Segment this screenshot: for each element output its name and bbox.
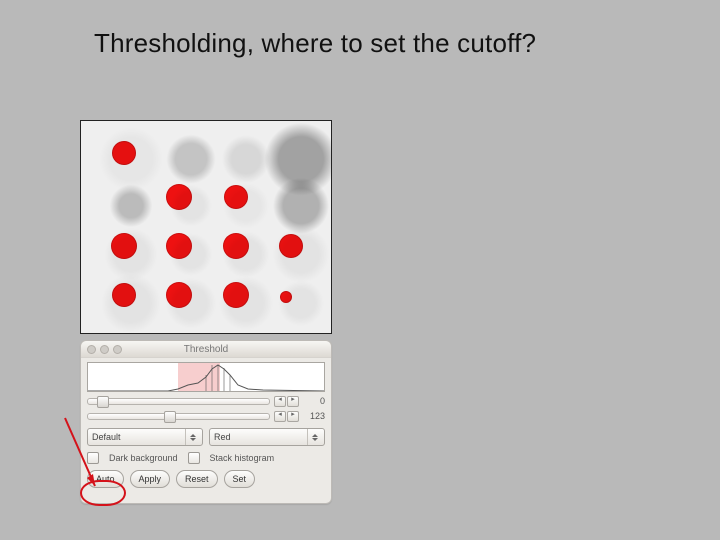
- thresholded-spot-image: [80, 120, 332, 334]
- threshold-spot: [223, 282, 249, 308]
- stack-histogram-checkbox[interactable]: [188, 452, 200, 464]
- checkbox-label: Dark background: [109, 453, 178, 463]
- auto-button[interactable]: Auto: [87, 470, 124, 488]
- slider-thumb[interactable]: [164, 411, 176, 423]
- threshold-high-slider[interactable]: [87, 413, 270, 420]
- minimize-icon[interactable]: [100, 345, 109, 354]
- stepper-right-icon[interactable]: ▸: [287, 396, 299, 407]
- stepper-right-icon[interactable]: ▸: [287, 411, 299, 422]
- threshold-spot: [166, 282, 192, 308]
- threshold-spot: [166, 233, 192, 259]
- threshold-method-dropdown[interactable]: Default: [87, 428, 203, 446]
- threshold-lut-dropdown[interactable]: Red: [209, 428, 325, 446]
- threshold-window: Threshold ◂ ▸ 0 ◂ ▸ 123: [80, 340, 332, 504]
- stepper-left-icon[interactable]: ◂: [274, 411, 286, 422]
- threshold-spot: [166, 184, 192, 210]
- threshold-low-slider[interactable]: [87, 398, 270, 405]
- set-button[interactable]: Set: [224, 470, 256, 488]
- threshold-low-value: 0: [303, 396, 325, 406]
- reset-button[interactable]: Reset: [176, 470, 218, 488]
- window-titlebar[interactable]: Threshold: [81, 341, 331, 358]
- threshold-high-value: 123: [303, 411, 325, 421]
- dropdown-label: Red: [214, 432, 231, 442]
- threshold-spot: [112, 283, 136, 307]
- checkbox-label: Stack histogram: [210, 453, 275, 463]
- chevron-updown-icon: [185, 429, 200, 445]
- threshold-spot: [112, 141, 136, 165]
- apply-button[interactable]: Apply: [130, 470, 171, 488]
- zoom-icon[interactable]: [113, 345, 122, 354]
- histogram-icon: [88, 363, 324, 391]
- chevron-updown-icon: [307, 429, 322, 445]
- stepper-left-icon[interactable]: ◂: [274, 396, 286, 407]
- threshold-spot: [279, 234, 303, 258]
- dark-background-checkbox[interactable]: [87, 452, 99, 464]
- close-icon[interactable]: [87, 345, 96, 354]
- divider: [80, 333, 330, 334]
- threshold-spot: [280, 291, 292, 303]
- histogram-panel: [87, 362, 325, 392]
- slide-title: Thresholding, where to set the cutoff?: [94, 28, 536, 59]
- dropdown-label: Default: [92, 432, 121, 442]
- threshold-spot: [224, 185, 248, 209]
- threshold-spot: [223, 233, 249, 259]
- slider-thumb[interactable]: [97, 396, 109, 408]
- threshold-spot: [111, 233, 137, 259]
